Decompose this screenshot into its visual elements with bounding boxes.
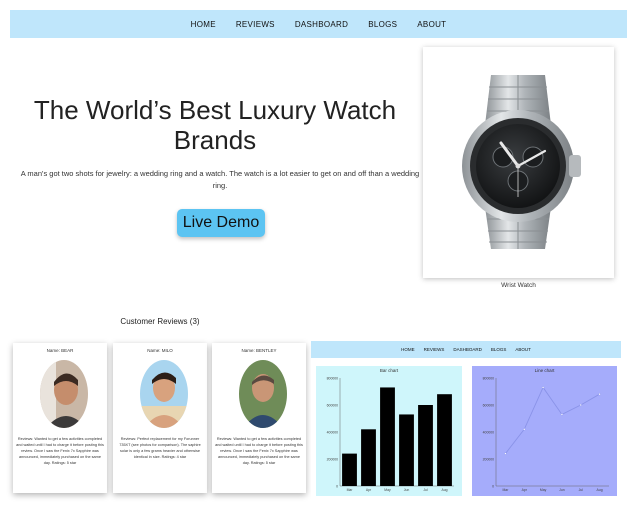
bar	[418, 405, 433, 486]
y-tick-label: 0	[336, 485, 338, 489]
hero-description: A man's got two shots for jewelry: a wed…	[20, 169, 420, 190]
nav-reviews[interactable]: REVIEWS	[236, 20, 275, 29]
x-tick-label: Apr	[366, 488, 372, 492]
y-tick-label: 200000	[327, 458, 338, 462]
data-point	[560, 413, 564, 416]
bar-chart-panel: Bar chart 0 200000 400000 600000 800000 Mar Apr…	[316, 366, 462, 496]
bar	[380, 387, 395, 486]
bar	[361, 429, 376, 486]
dashboard-navbar: HOME REVIEWS DASHBOARD BLOGS ABOUT	[311, 341, 621, 358]
y-tick-label: 600000	[483, 404, 494, 408]
x-tick-label: Apr	[522, 488, 528, 492]
x-tick-label: Jul	[579, 488, 584, 492]
dash-nav-dashboard[interactable]: DASHBOARD	[453, 347, 482, 352]
chart-title: Bar chart	[380, 368, 399, 373]
review-card-milo: Name: MILO Reviews: Perfect replacement …	[113, 343, 207, 493]
line-chart: Line chart 0 200000 400000 600000 800000 Mar Ap…	[483, 368, 609, 492]
wrist-watch-image	[462, 75, 581, 249]
data-point	[504, 452, 507, 455]
dashboard-preview: HOME REVIEWS DASHBOARD BLOGS ABOUT Bar c…	[311, 341, 621, 501]
data-point	[579, 403, 582, 407]
y-tick-label: 400000	[483, 431, 494, 435]
y-tick-label: 200000	[483, 458, 494, 462]
hero-title: The World’s Best Luxury Watch Brands	[33, 95, 397, 155]
y-tick-label: 800000	[327, 377, 338, 381]
x-tick-label: Mar	[502, 488, 509, 492]
review-card-bentley: Name: BENTLEY Reviews: Wanted to get a f…	[212, 343, 306, 493]
bar	[437, 394, 452, 486]
data-point	[598, 393, 601, 396]
avatar	[140, 360, 188, 428]
x-tick-label: May	[540, 488, 547, 492]
y-tick-label: 600000	[327, 404, 338, 408]
y-tick-label: 0	[492, 485, 494, 489]
x-tick-label: Aug	[441, 488, 447, 492]
review-text: Reviews: Perfect replacement for my Foru…	[119, 437, 201, 459]
dash-nav-about[interactable]: ABOUT	[515, 347, 531, 352]
y-tick-label: 400000	[327, 431, 338, 435]
nav-about[interactable]: ABOUT	[417, 20, 446, 29]
x-tick-label: Jul	[423, 488, 428, 492]
nav-blogs[interactable]: BLOGS	[368, 20, 397, 29]
watch-image-card	[423, 47, 614, 278]
review-text: Reviews: Wanted to get a few activities …	[215, 437, 303, 465]
x-tick-label: May	[384, 488, 391, 492]
avatar	[239, 360, 287, 428]
bar	[342, 453, 357, 486]
top-navbar: HOME REVIEWS DASHBOARD BLOGS ABOUT	[10, 10, 627, 38]
reviewer-name: Name: BENTLEY	[241, 348, 277, 353]
reviewer-name: Name: BEAR	[46, 348, 74, 353]
data-point	[541, 386, 545, 389]
x-tick-label: Mar	[347, 488, 354, 492]
dash-nav-blogs[interactable]: BLOGS	[491, 347, 507, 352]
bar-chart: Bar chart 0 200000 400000 600000 800000 Mar Apr…	[327, 368, 454, 492]
watch-caption: Wrist Watch	[501, 282, 536, 289]
x-tick-label: Aug	[597, 488, 603, 492]
review-text: Reviews: Wanted to get a few activities …	[16, 437, 104, 465]
nav-home[interactable]: HOME	[191, 20, 216, 29]
y-tick-label: 800000	[483, 377, 494, 381]
reviews-heading: Customer Reviews (3)	[120, 317, 200, 326]
series-line	[505, 386, 600, 454]
dash-nav-home[interactable]: HOME	[401, 347, 415, 352]
bar	[399, 414, 414, 486]
avatar	[40, 360, 88, 428]
chart-title: Line chart	[535, 368, 556, 373]
line-chart-panel: Line chart 0 200000 400000 600000 800000 Mar Ap…	[472, 366, 617, 496]
reviewer-name: Name: MILO	[147, 348, 173, 353]
review-card-bear: Name: BEAR Reviews: Wanted to get a few …	[13, 343, 107, 493]
nav-dashboard[interactable]: DASHBOARD	[295, 20, 348, 29]
live-demo-button[interactable]: Live Demo	[177, 209, 265, 237]
data-point	[523, 428, 526, 431]
x-tick-label: Jun	[559, 488, 565, 492]
x-tick-label: Jun	[404, 488, 410, 492]
dash-nav-reviews[interactable]: REVIEWS	[424, 347, 445, 352]
